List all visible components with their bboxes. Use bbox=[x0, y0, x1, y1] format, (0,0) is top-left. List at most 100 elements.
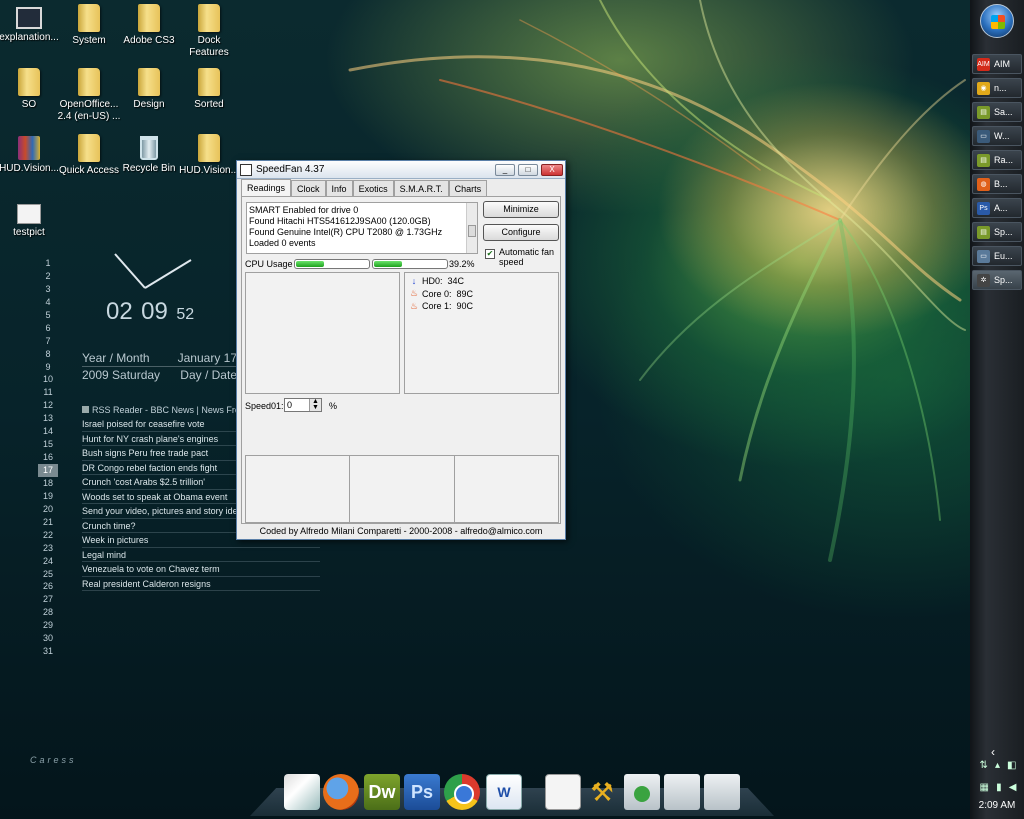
downloads-folder-dock-icon[interactable] bbox=[624, 774, 660, 810]
dreamweaver-dock-icon[interactable]: Dw bbox=[364, 774, 400, 810]
desktop-icon[interactable]: SO bbox=[0, 68, 61, 111]
desktop-icon[interactable]: HUD.Vision... bbox=[0, 134, 61, 175]
documents-folder-dock-icon[interactable] bbox=[704, 774, 740, 810]
log-scrollbar[interactable] bbox=[466, 203, 477, 253]
checkmark-icon[interactable]: ✔ bbox=[485, 249, 495, 259]
maximize-window-button[interactable]: □ bbox=[518, 164, 538, 176]
tray-clock[interactable]: 2:09 AM bbox=[974, 800, 1020, 811]
tab-clock[interactable]: Clock bbox=[291, 180, 326, 196]
taskbar-button[interactable]: ▤ Sp... bbox=[972, 222, 1022, 242]
rss-item-link[interactable]: Legal mind bbox=[82, 548, 320, 562]
desktop-icon[interactable]: Quick Access bbox=[57, 134, 121, 177]
calendar-day[interactable]: 2 bbox=[38, 270, 58, 283]
start-button[interactable] bbox=[980, 4, 1014, 38]
tab-charts[interactable]: Charts bbox=[448, 180, 488, 196]
taskbar-button[interactable]: ▤ Ra... bbox=[972, 150, 1022, 170]
calendar-day[interactable]: 24 bbox=[38, 555, 58, 568]
desktop-icon[interactable]: Sorted bbox=[177, 68, 241, 111]
shield-icon[interactable]: ◧ bbox=[1007, 760, 1016, 774]
calendar-day[interactable]: 10 bbox=[38, 373, 58, 386]
scrollbar-thumb[interactable] bbox=[468, 225, 476, 237]
calendar-day[interactable]: 13 bbox=[38, 412, 58, 425]
calendar-day[interactable]: 7 bbox=[38, 335, 58, 348]
calendar-day[interactable]: 5 bbox=[38, 309, 58, 322]
speed01-input[interactable]: 0 ▲ ▼ bbox=[284, 398, 322, 412]
configure-button[interactable]: Configure bbox=[483, 224, 559, 241]
desktop-icon[interactable]: Recycle Bin bbox=[117, 134, 181, 175]
calendar-day[interactable]: 15 bbox=[38, 438, 58, 451]
firefox-dock-icon[interactable] bbox=[323, 774, 359, 810]
calendar-day[interactable]: 18 bbox=[38, 477, 58, 490]
rss-item-link[interactable]: Venezuela to vote on Chavez term bbox=[82, 562, 320, 577]
calendar-day[interactable]: 17 bbox=[38, 464, 58, 477]
calendar-day[interactable]: 4 bbox=[38, 296, 58, 309]
taskbar-button[interactable]: ▤ Sa... bbox=[972, 102, 1022, 122]
desktop-icon[interactable]: Dock Features bbox=[177, 4, 241, 59]
rss-item-link[interactable]: Real president Calderon resigns bbox=[82, 577, 320, 591]
desktop-icon[interactable]: Design bbox=[117, 68, 181, 111]
calendar-day[interactable]: 31 bbox=[38, 645, 58, 658]
calendar-day[interactable]: 21 bbox=[38, 516, 58, 529]
calendar-day[interactable]: 30 bbox=[38, 632, 58, 645]
volume-icon[interactable]: ◀ bbox=[1009, 782, 1017, 796]
desktop-icon[interactable]: testpict bbox=[0, 200, 61, 239]
calendar-day[interactable]: 12 bbox=[38, 399, 58, 412]
minimize-button[interactable]: Minimize bbox=[483, 201, 559, 218]
document-dock-icon[interactable] bbox=[545, 774, 581, 810]
folder-dock-icon[interactable] bbox=[664, 774, 700, 810]
taskbar-button[interactable]: Ps A... bbox=[972, 198, 1022, 218]
taskbar-button[interactable]: ✲ Sp... bbox=[972, 270, 1022, 290]
taskbar-button[interactable]: ▭ W... bbox=[972, 126, 1022, 146]
tab-info[interactable]: Info bbox=[325, 180, 353, 196]
desktop-icon[interactable]: HUD.Vision... bbox=[177, 134, 241, 177]
calendar-day[interactable]: 25 bbox=[38, 568, 58, 581]
tab-readings[interactable]: Readings bbox=[241, 179, 292, 196]
desktop-icon[interactable]: explanation... bbox=[0, 4, 61, 44]
fire-tray-icon[interactable]: ▴ bbox=[995, 760, 1000, 774]
calendar-day[interactable]: 20 bbox=[38, 503, 58, 516]
photoshop-dock-icon[interactable]: Ps bbox=[404, 774, 440, 810]
speed01-spinner[interactable]: ▲ ▼ bbox=[309, 398, 321, 411]
calendar-day[interactable]: 27 bbox=[38, 593, 58, 606]
taskbar-button[interactable]: ◍ B... bbox=[972, 174, 1022, 194]
tab-exotics[interactable]: Exotics bbox=[352, 180, 394, 196]
calendar-day[interactable]: 16 bbox=[38, 451, 58, 464]
close-window-button[interactable]: X bbox=[541, 164, 563, 176]
calendar-day[interactable]: 3 bbox=[38, 283, 58, 296]
taskbar-button[interactable]: ◉ n... bbox=[972, 78, 1022, 98]
taskbar-button[interactable]: AIM AIM bbox=[972, 54, 1022, 74]
chrome-dock-icon[interactable] bbox=[444, 774, 480, 810]
calendar-day[interactable]: 19 bbox=[38, 490, 58, 503]
taskbar-button[interactable]: ▭ Eu... bbox=[972, 246, 1022, 266]
calendar-day[interactable]: 28 bbox=[38, 606, 58, 619]
speed01-value[interactable]: 0 bbox=[287, 400, 292, 410]
show-hidden-icons-chevron-icon[interactable]: ‹ bbox=[991, 745, 995, 759]
battery-icon[interactable]: ▮ bbox=[996, 782, 1002, 796]
network-icon[interactable]: ▦ bbox=[980, 782, 989, 796]
notification-area: ⇅ ▴ ◧ bbox=[976, 760, 1020, 774]
tab-smart[interactable]: S.M.A.R.T. bbox=[393, 180, 449, 196]
calendar-day[interactable]: 8 bbox=[38, 348, 58, 361]
title-bar[interactable]: SpeedFan 4.37 _ □ X bbox=[237, 161, 565, 179]
tools-dock-icon[interactable]: ⚒ bbox=[584, 774, 620, 810]
calendar-day[interactable]: 23 bbox=[38, 542, 58, 555]
calendar-day[interactable]: 6 bbox=[38, 322, 58, 335]
photo-viewer-dock-icon[interactable] bbox=[284, 774, 320, 810]
temperature-label: Core 1: bbox=[422, 301, 452, 312]
word-dock-icon[interactable]: W bbox=[486, 774, 522, 810]
calendar-day[interactable]: 29 bbox=[38, 619, 58, 632]
calendar-day[interactable]: 9 bbox=[38, 361, 58, 374]
desktop-icon[interactable]: OpenOffice... 2.4 (en-US) ... bbox=[57, 68, 121, 123]
taskbar-button-label: A... bbox=[994, 203, 1008, 213]
calendar-day[interactable]: 1 bbox=[38, 257, 58, 270]
calendar-day[interactable]: 26 bbox=[38, 580, 58, 593]
desktop-icon[interactable]: Adobe CS3 bbox=[117, 4, 181, 47]
calendar-day[interactable]: 14 bbox=[38, 425, 58, 438]
calendar-day[interactable]: 22 bbox=[38, 529, 58, 542]
automatic-fan-speed-checkbox[interactable]: ✔ Automatic fan speed bbox=[485, 247, 565, 267]
event-log[interactable]: SMART Enabled for drive 0 Found Hitachi H… bbox=[246, 202, 478, 254]
desktop-icon[interactable]: System bbox=[57, 4, 121, 47]
usb-icon[interactable]: ⇅ bbox=[980, 760, 988, 774]
calendar-day[interactable]: 11 bbox=[38, 386, 58, 399]
minimize-window-button[interactable]: _ bbox=[495, 164, 515, 176]
